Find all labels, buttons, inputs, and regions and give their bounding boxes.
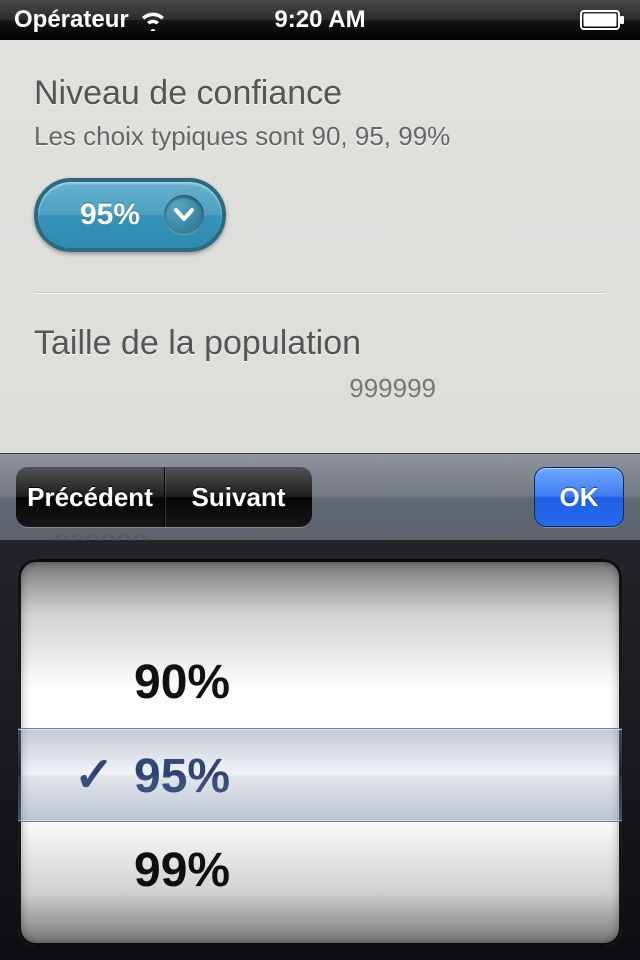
confidence-dropdown[interactable]: 95%	[34, 178, 226, 252]
picker-container: 90% 95% 99% ✓	[0, 541, 640, 960]
population-title: Taille de la population	[34, 324, 606, 363]
confidence-dropdown-value: 95%	[80, 198, 140, 232]
clock: 9:20 AM	[274, 6, 365, 33]
population-hint: xxx xxx xxx xxx xxx 999999	[0, 363, 640, 404]
picker-option[interactable]: 90%	[134, 635, 230, 729]
status-bar: Opérateur 9:20 AM	[0, 0, 640, 40]
picker-option[interactable]: 99%	[134, 823, 230, 917]
confidence-title: Niveau de confiance	[34, 74, 606, 113]
previous-button[interactable]: Précédent	[16, 467, 164, 527]
next-button[interactable]: Suivant	[164, 467, 312, 527]
ok-button[interactable]: OK	[534, 467, 624, 527]
population-section: Taille de la population	[0, 294, 640, 363]
prev-next-segment: Précédent Suivant	[16, 467, 312, 527]
confidence-section: Niveau de confiance Les choix typiques s…	[0, 40, 640, 252]
chevron-down-icon	[164, 195, 204, 235]
checkmark-icon: ✓	[74, 728, 114, 822]
confidence-picker[interactable]: 90% 95% 99% ✓	[18, 559, 622, 946]
confidence-subtitle: Les choix typiques sont 90, 95, 99%	[34, 121, 606, 152]
picker-option[interactable]: 95%	[134, 729, 230, 823]
